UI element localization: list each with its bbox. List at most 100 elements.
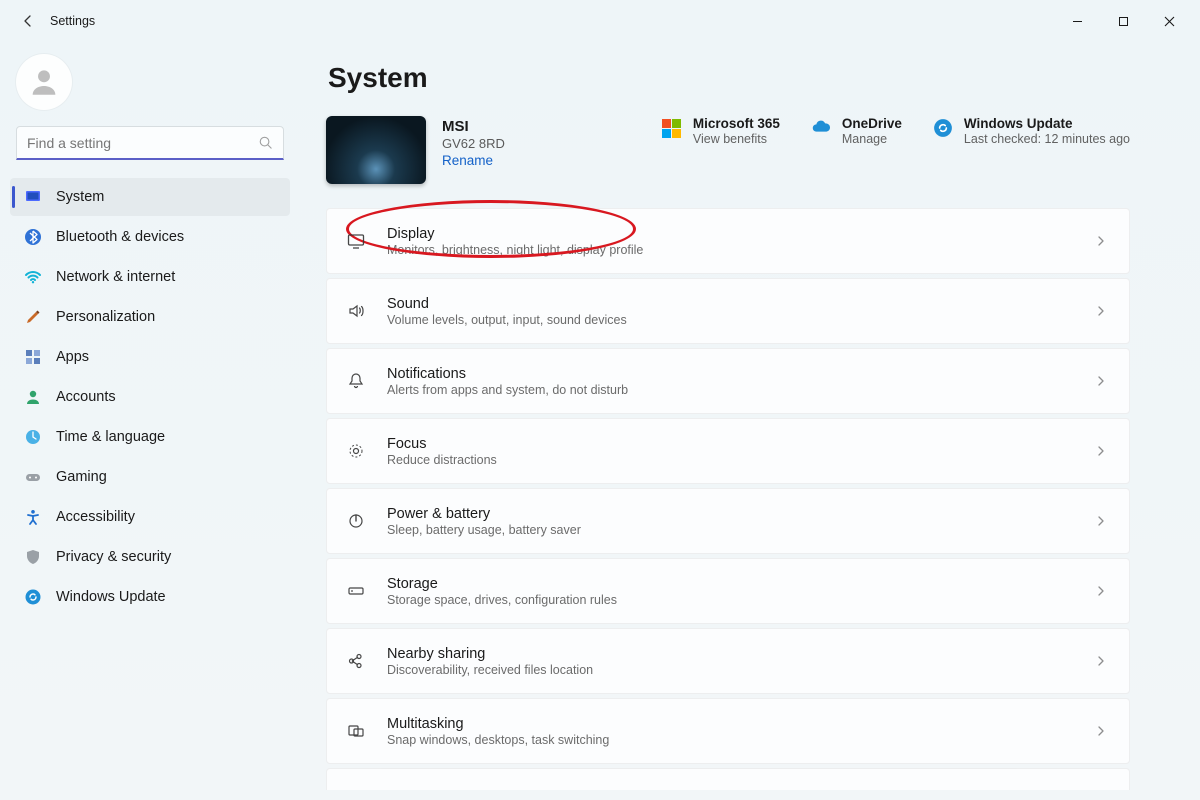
sync-icon	[932, 117, 954, 139]
sidebar-item-privacy[interactable]: Privacy & security	[10, 538, 290, 576]
chevron-right-icon	[1095, 655, 1107, 667]
setting-title: Power & battery	[387, 506, 1075, 522]
bell-icon	[345, 370, 367, 392]
sidebar-item-gaming[interactable]: Gaming	[10, 458, 290, 496]
setting-desc: Volume levels, output, input, sound devi…	[387, 313, 1075, 327]
profile-section[interactable]	[10, 50, 290, 124]
apps-icon	[24, 348, 42, 366]
rename-link[interactable]: Rename	[442, 153, 505, 168]
setting-desc: Snap windows, desktops, task switching	[387, 733, 1075, 747]
paintbrush-icon	[24, 308, 42, 326]
sidebar-item-system[interactable]: System	[10, 178, 290, 216]
search-input[interactable]	[27, 135, 258, 151]
sidebar-item-personalization[interactable]: Personalization	[10, 298, 290, 336]
arrow-left-icon	[20, 13, 36, 29]
setting-row-nearby-sharing[interactable]: Nearby sharing Discoverability, received…	[326, 628, 1130, 694]
setting-title: Multitasking	[387, 716, 1075, 732]
device-thumbnail	[326, 116, 426, 184]
sidebar-item-label: Network & internet	[56, 269, 175, 285]
setting-title: Focus	[387, 436, 1075, 452]
maximize-button[interactable]	[1100, 5, 1146, 37]
page-title: System	[328, 62, 1130, 94]
chevron-right-icon	[1095, 515, 1107, 527]
setting-desc: Monitors, brightness, night light, displ…	[387, 243, 1075, 257]
sidebar-item-label: Gaming	[56, 469, 107, 485]
sidebar-item-accessibility[interactable]: Accessibility	[10, 498, 290, 536]
gamepad-icon	[24, 468, 42, 486]
sidebar-item-label: Accessibility	[56, 509, 135, 525]
setting-title: Notifications	[387, 366, 1075, 382]
setting-row-storage[interactable]: Storage Storage space, drives, configura…	[326, 558, 1130, 624]
clock-globe-icon	[24, 428, 42, 446]
close-button[interactable]	[1146, 5, 1192, 37]
avatar	[16, 54, 72, 110]
sidebar-item-label: Time & language	[56, 429, 165, 445]
share-icon	[345, 650, 367, 672]
onedrive-icon	[810, 117, 832, 139]
status-cards: Microsoft 365 View benefits OneDrive Man…	[661, 116, 1130, 146]
sidebar-item-network[interactable]: Network & internet	[10, 258, 290, 296]
microsoft365-icon	[661, 117, 683, 139]
setting-title: Sound	[387, 296, 1075, 312]
status-sub: View benefits	[693, 132, 780, 146]
sidebar-item-windows-update[interactable]: Windows Update	[10, 578, 290, 616]
titlebar: Settings	[0, 0, 1200, 42]
chevron-right-icon	[1095, 445, 1107, 457]
minimize-button[interactable]	[1054, 5, 1100, 37]
sidebar-item-bluetooth[interactable]: Bluetooth & devices	[10, 218, 290, 256]
device-meta: MSI GV62 8RD Rename	[442, 116, 505, 168]
sidebar-item-label: Accounts	[56, 389, 116, 405]
setting-title: Nearby sharing	[387, 646, 1075, 662]
status-sub: Manage	[842, 132, 902, 146]
accessibility-icon	[24, 508, 42, 526]
close-icon	[1164, 16, 1175, 27]
storage-icon	[345, 580, 367, 602]
sidebar-item-apps[interactable]: Apps	[10, 338, 290, 376]
sidebar-item-label: Personalization	[56, 309, 155, 325]
sidebar-item-label: Bluetooth & devices	[56, 229, 184, 245]
sidebar: System Bluetooth & devices Network & int…	[0, 42, 300, 800]
chevron-right-icon	[1095, 585, 1107, 597]
setting-desc: Alerts from apps and system, do not dist…	[387, 383, 1075, 397]
sidebar-item-accounts[interactable]: Accounts	[10, 378, 290, 416]
setting-row-partial[interactable]	[326, 768, 1130, 790]
sidebar-item-label: Windows Update	[56, 589, 166, 605]
chevron-right-icon	[1095, 375, 1107, 387]
setting-row-focus[interactable]: Focus Reduce distractions	[326, 418, 1130, 484]
sidebar-item-label: System	[56, 189, 104, 205]
focus-icon	[345, 440, 367, 462]
status-card-onedrive[interactable]: OneDrive Manage	[810, 116, 902, 146]
sidebar-item-label: Apps	[56, 349, 89, 365]
sidebar-item-label: Privacy & security	[56, 549, 171, 565]
person-icon	[27, 65, 61, 99]
wifi-icon	[24, 268, 42, 286]
settings-list: Display Monitors, brightness, night ligh…	[326, 208, 1130, 790]
setting-row-sound[interactable]: Sound Volume levels, output, input, soun…	[326, 278, 1130, 344]
search-box[interactable]	[16, 126, 284, 160]
setting-row-display[interactable]: Display Monitors, brightness, night ligh…	[326, 208, 1130, 274]
setting-title: Storage	[387, 576, 1075, 592]
setting-row-notifications[interactable]: Notifications Alerts from apps and syste…	[326, 348, 1130, 414]
chevron-right-icon	[1095, 305, 1107, 317]
setting-row-power[interactable]: Power & battery Sleep, battery usage, ba…	[326, 488, 1130, 554]
window-controls	[1054, 5, 1192, 37]
setting-desc: Discoverability, received files location	[387, 663, 1075, 677]
bluetooth-icon	[24, 228, 42, 246]
device-name: MSI	[442, 118, 505, 135]
shield-icon	[24, 548, 42, 566]
setting-row-multitasking[interactable]: Multitasking Snap windows, desktops, tas…	[326, 698, 1130, 764]
status-sub: Last checked: 12 minutes ago	[964, 132, 1130, 146]
back-button[interactable]	[12, 5, 44, 37]
status-card-microsoft365[interactable]: Microsoft 365 View benefits	[661, 116, 780, 146]
chevron-right-icon	[1095, 725, 1107, 737]
setting-desc: Reduce distractions	[387, 453, 1075, 467]
minimize-icon	[1072, 16, 1083, 27]
main-content: System MSI GV62 8RD Rename Microsoft 365…	[300, 42, 1200, 800]
status-title: Windows Update	[964, 116, 1130, 131]
accounts-icon	[24, 388, 42, 406]
setting-title: Display	[387, 226, 1075, 242]
sidebar-item-time-language[interactable]: Time & language	[10, 418, 290, 456]
device-model: GV62 8RD	[442, 136, 505, 151]
maximize-icon	[1118, 16, 1129, 27]
status-card-windows-update[interactable]: Windows Update Last checked: 12 minutes …	[932, 116, 1130, 146]
